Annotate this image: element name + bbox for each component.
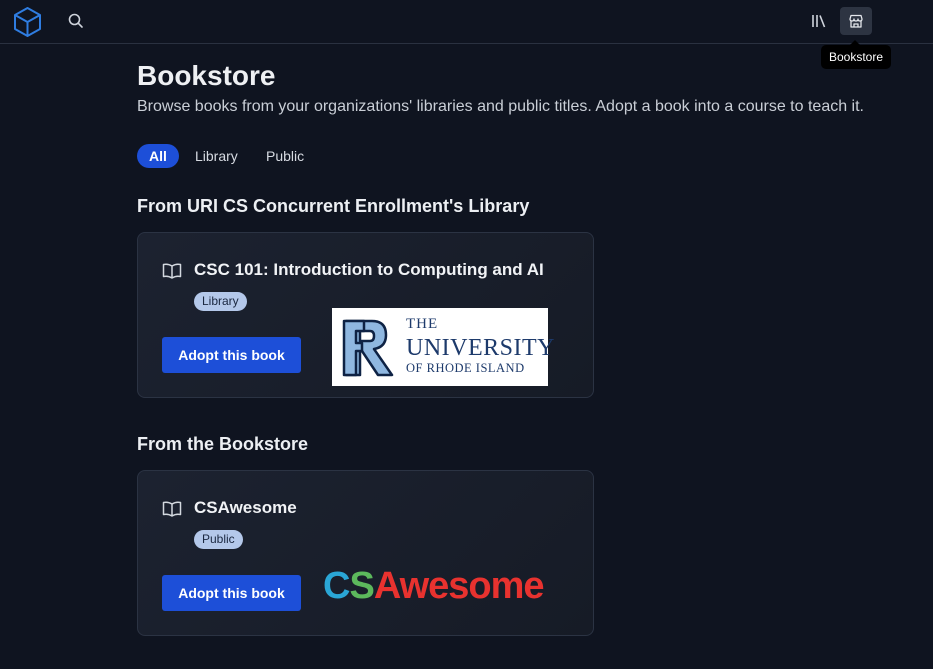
book-card: CSC 101: Introduction to Computing and A… — [137, 232, 594, 398]
library-books-icon[interactable] — [809, 11, 829, 31]
csawesome-logo: CSAwesome — [323, 565, 545, 609]
section-title-library: From URI CS Concurrent Enrollment's Libr… — [137, 196, 530, 216]
university-logo: THE UNIVERSITY OF RHODE ISLAND — [332, 308, 555, 386]
book-open-icon — [162, 263, 182, 279]
uri-logo-line3: OF RHODE ISLAND — [406, 361, 525, 375]
page-title: Bookstore — [137, 60, 276, 91]
uri-monogram-icon — [342, 319, 394, 377]
search-icon[interactable] — [67, 12, 85, 30]
filter-library[interactable]: Library — [195, 144, 238, 168]
book-title[interactable]: CSC 101: Introduction to Computing and A… — [194, 260, 544, 280]
page-subtitle: Browse books from your organizations' li… — [137, 98, 864, 115]
status-badge: Library — [194, 292, 247, 311]
top-bar — [0, 0, 933, 44]
uri-logo-line2: UNIVERSITY — [406, 335, 555, 361]
csawesome-logo-c: C — [323, 565, 350, 607]
adopt-book-button[interactable]: Adopt this book — [162, 575, 301, 611]
filter-public[interactable]: Public — [266, 144, 304, 168]
filter-all[interactable]: All — [137, 144, 179, 168]
uri-logo-line1: THE — [406, 316, 439, 332]
book-card: CSAwesome Public Adopt this book CSAweso… — [137, 470, 594, 636]
bookstore-button[interactable] — [840, 7, 872, 35]
book-open-icon — [162, 501, 182, 517]
section-title-bookstore: From the Bookstore — [137, 434, 309, 454]
csawesome-logo-a: A — [373, 565, 401, 607]
status-badge: Public — [194, 530, 243, 549]
csawesome-logo-rest: wesome — [399, 565, 545, 607]
bookstore-tooltip: Bookstore — [821, 40, 892, 69]
book-title[interactable]: CSAwesome — [194, 498, 297, 518]
cube-logo-icon[interactable] — [12, 6, 43, 37]
adopt-book-button[interactable]: Adopt this book — [162, 337, 301, 373]
csawesome-logo-s: S — [349, 565, 374, 607]
storefront-icon — [849, 14, 863, 28]
